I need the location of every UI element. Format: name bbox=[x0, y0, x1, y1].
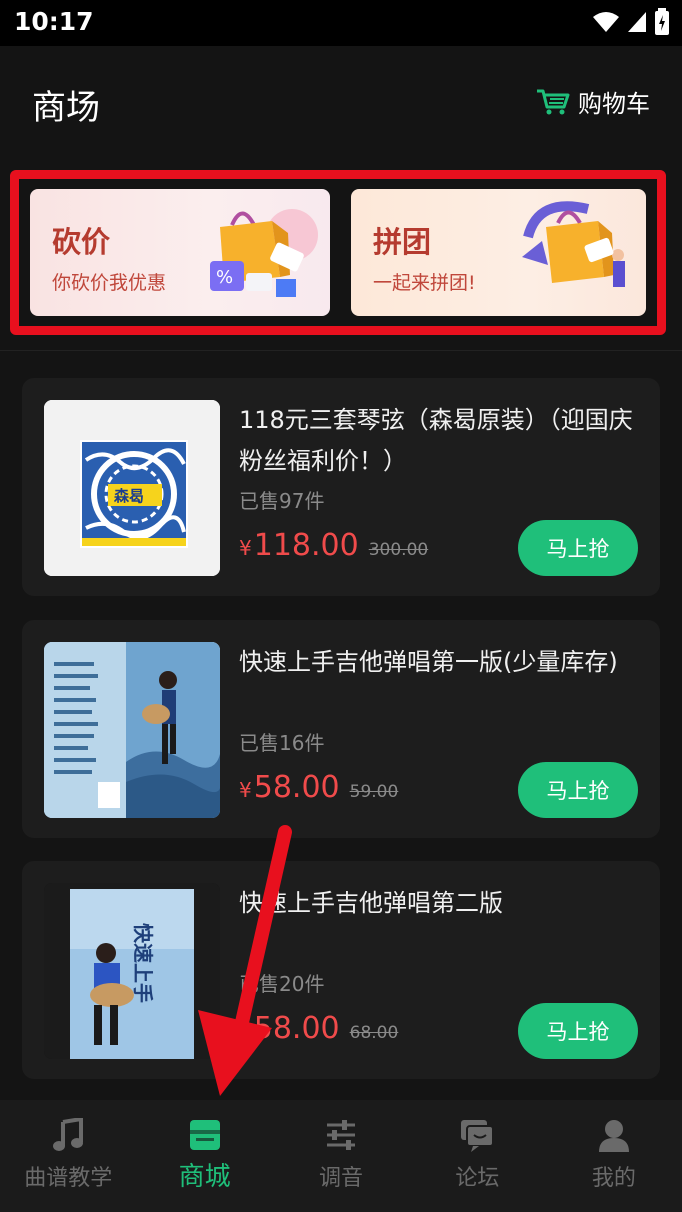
price-symbol: ¥ bbox=[239, 778, 252, 802]
battery-icon bbox=[655, 8, 669, 35]
tab-label: 调音 bbox=[319, 1166, 364, 1191]
product-card[interactable]: 森曷 118元三套琴弦（森曷原装）（迎国庆粉丝福利价！） 已售97件 ¥ 118… bbox=[22, 378, 660, 596]
product-card[interactable]: 快速上手 快速上手吉他弹唱第二版 已售20件 ¥ 58.00 68.00 马上抢 bbox=[22, 861, 660, 1079]
tab-profile[interactable]: 我的 bbox=[546, 1100, 682, 1212]
wifi-icon bbox=[593, 12, 619, 32]
user-icon bbox=[598, 1120, 629, 1152]
buy-now-button[interactable]: 马上抢 bbox=[518, 1003, 638, 1059]
page-title: 商场 bbox=[32, 88, 100, 128]
price-symbol: ¥ bbox=[239, 536, 252, 560]
promo-group-buy-card[interactable]: 拼团 一起来拼团! bbox=[351, 189, 646, 316]
tab-store[interactable]: 商城 bbox=[136, 1100, 272, 1212]
product-title: 118元三套琴弦（森曷原装）（迎国庆粉丝福利价！） bbox=[239, 406, 633, 475]
tab-tuner[interactable]: 调音 bbox=[273, 1100, 409, 1212]
product-title: 快速上手吉他弹唱第一版(少量库存) bbox=[239, 648, 618, 676]
price-row: ¥ 58.00 59.00 bbox=[239, 770, 398, 805]
product-price: 58.00 bbox=[253, 1011, 340, 1046]
svg-text:%: % bbox=[216, 267, 233, 288]
status-bar: 10:17 bbox=[0, 0, 682, 46]
product-image: 森曷 bbox=[44, 400, 220, 576]
buy-now-button[interactable]: 马上抢 bbox=[518, 520, 638, 576]
header: 商场 购物车 bbox=[0, 46, 682, 156]
group-buy-bag-icon bbox=[522, 201, 625, 287]
promo-bargain-card[interactable]: 砍价 你砍价我优惠 % bbox=[30, 189, 330, 316]
tab-label: 论坛 bbox=[455, 1166, 500, 1191]
bottom-tab-bar: 曲谱教学 商城 调音 论坛 我的 bbox=[0, 1100, 682, 1212]
chat-icon bbox=[461, 1120, 495, 1152]
price-row: ¥ 118.00 300.00 bbox=[239, 528, 428, 563]
tab-label: 商城 bbox=[178, 1162, 231, 1192]
product-price: 118.00 bbox=[253, 528, 359, 563]
status-time: 10:17 bbox=[14, 7, 94, 36]
promo-bargain-title: 砍价 bbox=[52, 225, 111, 259]
tab-label: 曲谱教学 bbox=[24, 1166, 113, 1191]
product-sold-count: 已售20件 bbox=[239, 972, 325, 996]
product-title: 快速上手吉他弹唱第二版 bbox=[239, 889, 503, 917]
tab-forum[interactable]: 论坛 bbox=[409, 1100, 545, 1212]
product-cover-text: 快速上手 bbox=[131, 923, 155, 1003]
product-original-price: 59.00 bbox=[349, 782, 399, 802]
product-sold-count: 已售97件 bbox=[239, 489, 325, 513]
promo-section-highlight: 砍价 你砍价我优惠 % 拼团 一起来拼团! bbox=[10, 170, 666, 335]
promo-group-buy-title: 拼团 bbox=[373, 225, 432, 259]
promo-group-buy-subtitle: 一起来拼团! bbox=[373, 272, 476, 294]
product-price: 58.00 bbox=[253, 770, 340, 805]
price-row: ¥ 58.00 68.00 bbox=[239, 1011, 398, 1046]
product-cover-text: 森曷 bbox=[114, 487, 144, 505]
product-sold-count: 已售16件 bbox=[239, 731, 325, 755]
promo-bargain-subtitle: 你砍价我优惠 bbox=[52, 272, 167, 294]
price-symbol: ¥ bbox=[239, 1019, 252, 1043]
cart-icon bbox=[537, 89, 570, 114]
product-original-price: 68.00 bbox=[349, 1023, 399, 1043]
product-image bbox=[44, 642, 220, 818]
product-original-price: 300.00 bbox=[368, 540, 429, 560]
status-icons bbox=[592, 8, 670, 36]
sliders-icon bbox=[327, 1120, 356, 1150]
tab-label: 我的 bbox=[591, 1166, 636, 1191]
signal-icon bbox=[628, 12, 646, 32]
music-note-icon bbox=[53, 1118, 84, 1151]
tab-sheet-music[interactable]: 曲谱教学 bbox=[0, 1100, 136, 1212]
buy-now-button[interactable]: 马上抢 bbox=[518, 762, 638, 818]
cart-button[interactable]: 购物车 bbox=[536, 84, 650, 119]
section-divider bbox=[0, 350, 682, 351]
store-icon bbox=[189, 1120, 220, 1150]
shopping-bag-icon: % bbox=[210, 209, 318, 297]
product-image: 快速上手 bbox=[44, 883, 220, 1059]
cart-label: 购物车 bbox=[578, 90, 650, 118]
product-card[interactable]: 快速上手吉他弹唱第一版(少量库存) 已售16件 ¥ 58.00 59.00 马上… bbox=[22, 620, 660, 838]
